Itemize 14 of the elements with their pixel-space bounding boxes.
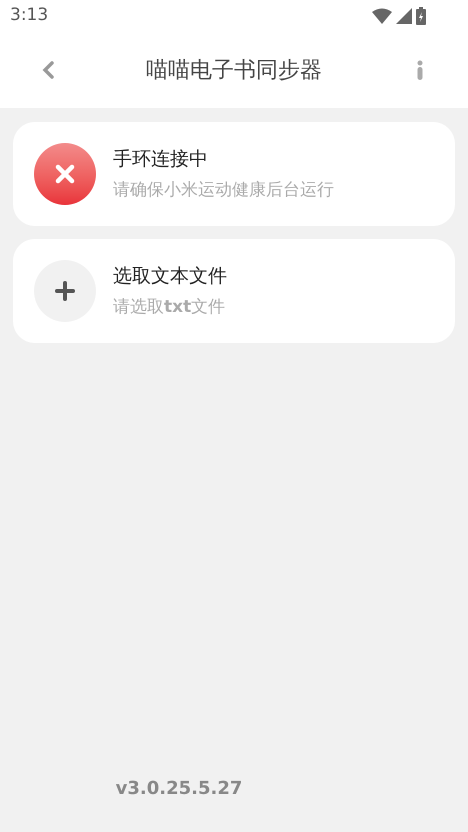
card-subtitle: 请确保小米运动健康后台运行 <box>113 178 334 202</box>
back-icon <box>41 60 55 80</box>
card-title: 选取文本文件 <box>113 264 227 289</box>
status-time: 3:13 <box>10 4 48 28</box>
action-card[interactable]: 选取文本文件 请选取txt文件 <box>13 239 455 343</box>
window-title: 喵喵电子书同步器 <box>146 56 322 84</box>
card-subtitle: 请选取txt文件 <box>113 296 226 318</box>
action-card[interactable]: 手环连接中 请确保小米运动健康后台运行 <box>13 122 455 226</box>
card-title: 手环连接中 <box>113 147 209 172</box>
signal-icon <box>396 8 412 24</box>
wifi-icon <box>372 8 392 24</box>
version-text: v3.0.25.5.27 <box>116 777 242 801</box>
battery-icon <box>416 7 426 25</box>
info-icon <box>417 60 423 80</box>
